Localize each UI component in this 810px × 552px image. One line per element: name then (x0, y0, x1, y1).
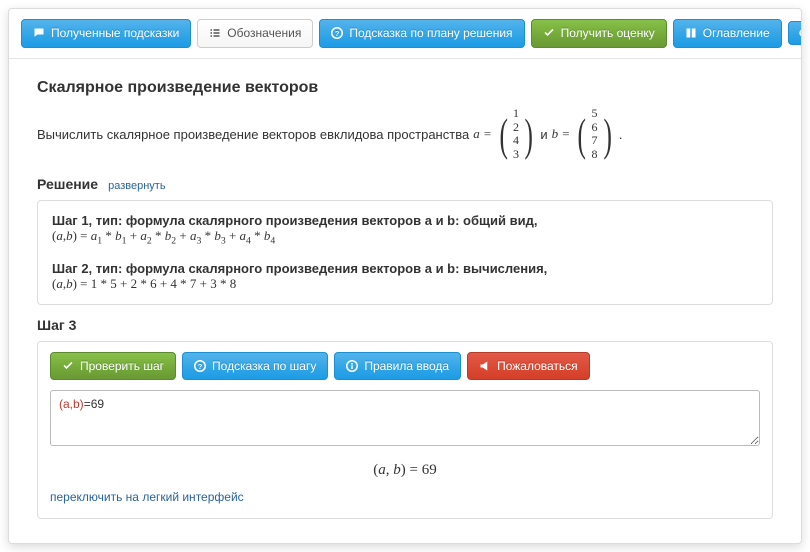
expand-link[interactable]: развернуть (108, 180, 165, 192)
switch-interface-link[interactable]: переключить на легкий интерфейс (50, 490, 244, 504)
problem-period: . (619, 127, 623, 142)
plan-hint-label: Подсказка по плану решения (349, 25, 512, 42)
problem-prefix: Вычислить скалярное произведение векторо… (37, 127, 469, 142)
toc-label: Оглавление (703, 25, 770, 42)
question-icon: ? (331, 27, 343, 39)
top-toolbar: Полученные подсказки Обозначения ? Подск… (9, 9, 801, 59)
received-hints-button[interactable]: Полученные подсказки (21, 19, 191, 48)
answer-box: Проверить шаг ? Подсказка по шагу Правил… (37, 341, 773, 520)
step-2: Шаг 2, тип: формула скалярного произведе… (52, 261, 758, 292)
notation-label: Обозначения (227, 25, 301, 42)
step-1: Шаг 1, тип: формула скалярного произведе… (52, 213, 758, 247)
step-1-formula: (a,b) = a1 * b1 + a2 * b2 + a3 * b3 + a4… (52, 228, 758, 247)
toc-button[interactable]: Оглавление (673, 19, 782, 48)
get-grade-label: Получить оценку (561, 25, 655, 42)
answer-input[interactable]: (a,b)=69 (50, 390, 760, 446)
list-icon (209, 27, 221, 39)
notation-button[interactable]: Обозначения (197, 19, 313, 48)
input-rules-label: Правила ввода (364, 358, 449, 375)
step-2-formula: (a,b) = 1 * 5 + 2 * 6 + 4 * 7 + 3 * 8 (52, 276, 758, 292)
plan-hint-button[interactable]: ? Подсказка по плану решения (319, 19, 524, 48)
problem-statement: Вычислить скалярное произведение векторо… (37, 107, 773, 162)
info-icon (346, 360, 358, 372)
step-3-heading: Шаг 3 (37, 317, 773, 333)
step-hint-button[interactable]: ? Подсказка по шагу (182, 352, 328, 381)
vector-b: ( 5 6 7 8 ) (574, 107, 615, 162)
complain-button[interactable]: Пожаловаться (467, 352, 590, 381)
page-title: Скалярное произведение векторов (37, 79, 773, 97)
comment-icon (33, 27, 45, 39)
check-icon (62, 360, 74, 372)
complain-label: Пожаловаться (497, 358, 578, 375)
refresh-icon (797, 27, 802, 39)
svg-text:?: ? (335, 29, 340, 38)
refresh-button[interactable] (788, 21, 802, 45)
problem-and: и (540, 127, 547, 142)
b-symbol: b = (552, 126, 571, 141)
step-1-title: Шаг 1, тип: формула скалярного произведе… (52, 213, 758, 228)
check-icon (543, 27, 555, 39)
input-rules-button[interactable]: Правила ввода (334, 352, 461, 381)
step-2-title: Шаг 2, тип: формула скалярного произведе… (52, 261, 758, 276)
rendered-answer: (a, b) = 69 (50, 462, 760, 479)
vector-a: ( 1 2 4 3 ) (496, 107, 537, 162)
question-icon: ? (194, 360, 206, 372)
check-step-label: Проверить шаг (80, 358, 164, 375)
svg-text:?: ? (198, 362, 203, 371)
step-hint-label: Подсказка по шагу (212, 358, 316, 375)
answer-toolbar: Проверить шаг ? Подсказка по шагу Правил… (50, 352, 760, 381)
solution-header: Решение развернуть (37, 176, 773, 192)
page-window: Полученные подсказки Обозначения ? Подск… (8, 8, 802, 544)
received-hints-label: Полученные подсказки (51, 25, 179, 42)
a-symbol: a = (473, 126, 492, 141)
get-grade-button[interactable]: Получить оценку (531, 19, 667, 48)
steps-box: Шаг 1, тип: формула скалярного произведе… (37, 200, 773, 305)
book-icon (685, 27, 697, 39)
content-area: Скалярное произведение векторов Вычислит… (9, 59, 801, 544)
solution-heading: Решение (37, 176, 98, 192)
check-step-button[interactable]: Проверить шаг (50, 352, 176, 381)
megaphone-icon (479, 360, 491, 372)
